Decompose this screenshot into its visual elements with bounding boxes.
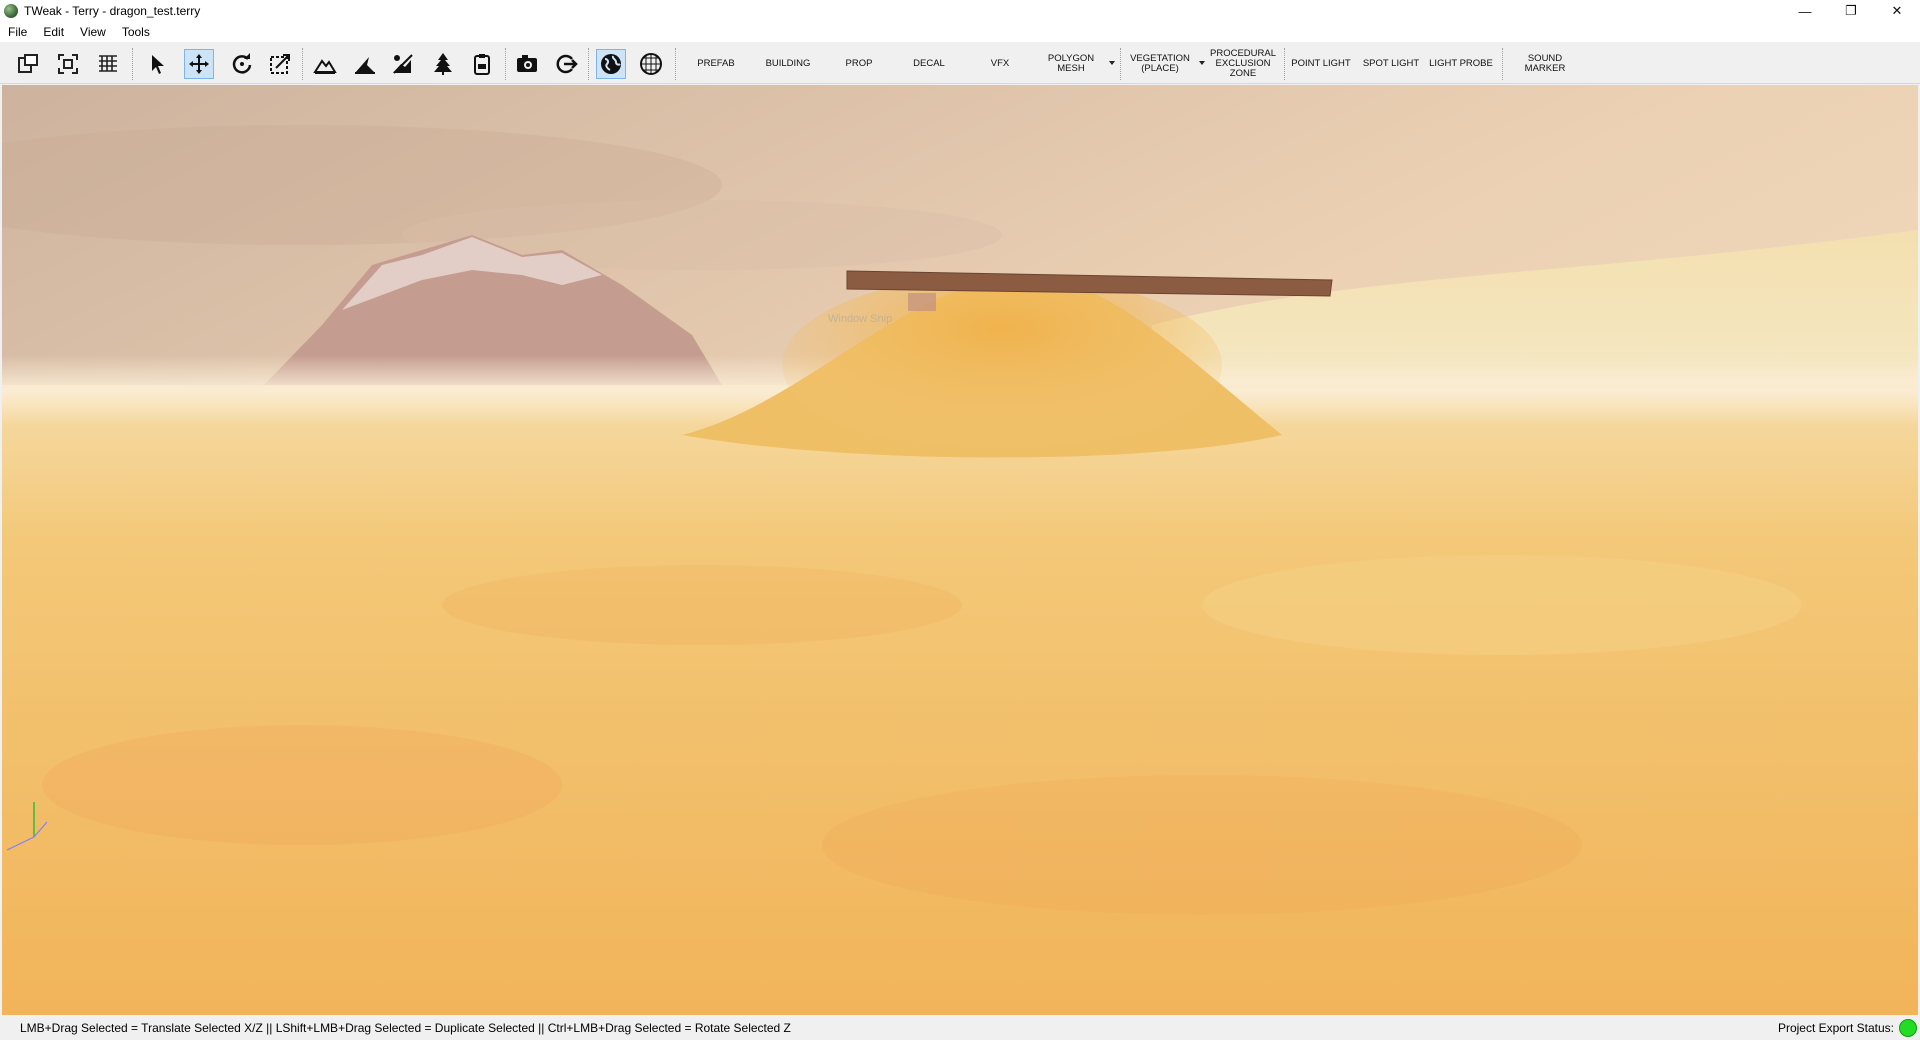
point-light-button[interactable]: POINT LIGHT xyxy=(1286,48,1356,80)
status-hint: LMB+Drag Selected = Translate Selected X… xyxy=(20,1021,791,1035)
desert-ground xyxy=(2,385,1918,1015)
ghost-overlay-label: Window Snip xyxy=(828,313,893,325)
clipboard-icon[interactable] xyxy=(467,49,497,79)
menu-tools[interactable]: Tools xyxy=(114,25,158,39)
restore-button[interactable]: ❐ xyxy=(1828,0,1874,22)
decal-button[interactable]: DECAL xyxy=(893,48,965,80)
export-status-indicator xyxy=(1899,1019,1917,1037)
globe-icon[interactable] xyxy=(596,49,626,79)
camera-icon[interactable] xyxy=(512,49,542,79)
ground-patch xyxy=(442,565,962,645)
menu-bar: File Edit View Tools xyxy=(0,22,1920,42)
select-icon[interactable] xyxy=(143,49,173,79)
polygon-mesh-button[interactable]: POLYGON MESH xyxy=(1035,48,1107,80)
ground-patch xyxy=(1202,555,1802,655)
close-button[interactable]: ✕ xyxy=(1874,0,1920,22)
toolbar: PREFAB BUILDING PROP DECAL VFX POLYGON M… xyxy=(0,44,1920,84)
toolbar-separator xyxy=(505,48,506,80)
status-bar: LMB+Drag Selected = Translate Selected X… xyxy=(0,1016,1920,1040)
ground-patch xyxy=(822,775,1582,915)
terrain-paint-icon[interactable] xyxy=(388,49,418,79)
scene-viewport[interactable]: Window Snip xyxy=(2,85,1918,1015)
terrain-smooth-icon[interactable] xyxy=(350,49,380,79)
ground-patch xyxy=(42,725,562,845)
sound-marker-button[interactable]: SOUND MARKER xyxy=(1510,48,1580,80)
small-prop xyxy=(908,293,936,311)
title-bar: TWeak - Terry - dragon_test.terry — ❐ ✕ xyxy=(0,0,1920,22)
move-icon[interactable] xyxy=(184,49,214,79)
spot-light-button[interactable]: SPOT LIGHT xyxy=(1356,48,1426,80)
toolbar-separator xyxy=(675,48,676,80)
toolbar-separator xyxy=(1284,48,1285,80)
scene-render[interactable] xyxy=(2,85,1918,1015)
menu-view[interactable]: View xyxy=(72,25,114,39)
toolbar-separator xyxy=(132,48,133,80)
building-button[interactable]: BUILDING xyxy=(752,48,824,80)
app-icon xyxy=(4,4,18,18)
toolbar-separator xyxy=(588,48,589,80)
terrain-raise-icon[interactable] xyxy=(310,49,340,79)
zoom-extents-icon[interactable] xyxy=(53,49,83,79)
rotate-icon[interactable] xyxy=(227,49,257,79)
minimize-button[interactable]: — xyxy=(1782,0,1828,22)
scale-icon[interactable] xyxy=(265,49,295,79)
procedural-exclusion-zone-button[interactable]: PROCEDURAL EXCLUSION ZONE xyxy=(1205,48,1281,80)
toolbar-separator xyxy=(302,48,303,80)
prefab-button[interactable]: PREFAB xyxy=(680,48,752,80)
tree-icon[interactable] xyxy=(428,49,458,79)
export-icon[interactable] xyxy=(551,49,581,79)
window-controls: — ❐ ✕ xyxy=(1782,0,1920,22)
grid-icon[interactable] xyxy=(93,49,123,79)
toolbar-separator xyxy=(1502,48,1503,80)
window-title: TWeak - Terry - dragon_test.terry xyxy=(24,4,201,18)
wireframe-icon[interactable] xyxy=(636,49,666,79)
light-probe-button[interactable]: LIGHT PROBE xyxy=(1426,48,1496,80)
polygon-mesh-dropdown-icon[interactable] xyxy=(1109,61,1115,65)
hill-shade xyxy=(782,275,1222,455)
menu-edit[interactable]: Edit xyxy=(35,25,72,39)
vegetation-place-button[interactable]: VEGETATION (PLACE) xyxy=(1122,48,1198,80)
prop-button[interactable]: PROP xyxy=(823,48,895,80)
toolbar-separator xyxy=(1120,48,1121,80)
vfx-button[interactable]: VFX xyxy=(964,48,1036,80)
export-status-label: Project Export Status: xyxy=(1777,1021,1894,1035)
menu-file[interactable]: File xyxy=(0,25,35,39)
layout-icon[interactable] xyxy=(13,49,43,79)
